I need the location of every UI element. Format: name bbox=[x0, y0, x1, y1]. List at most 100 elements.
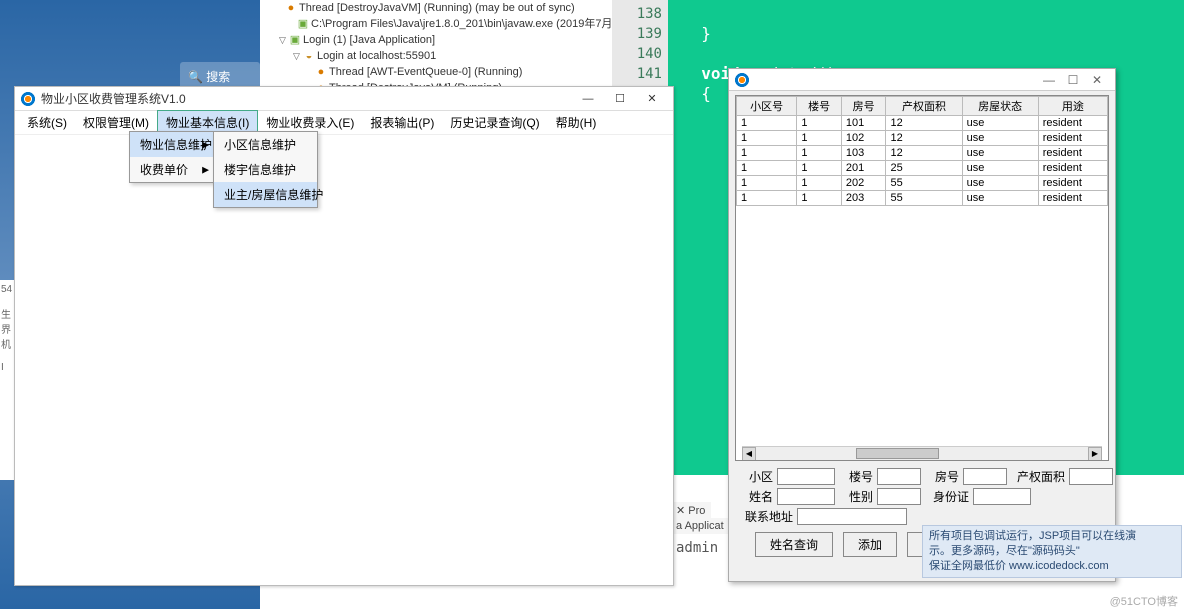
label-room: 房号 bbox=[925, 468, 959, 485]
cell: 12 bbox=[886, 116, 962, 131]
horizontal-scrollbar[interactable]: ◀ ▶ bbox=[742, 446, 1102, 460]
cell: 1 bbox=[737, 131, 797, 146]
label-area: 产权面积 bbox=[1011, 468, 1065, 485]
scroll-thumb[interactable] bbox=[856, 448, 939, 459]
cell: 1 bbox=[797, 146, 842, 161]
add-button[interactable]: 添加 bbox=[843, 532, 897, 557]
search-by-name-button[interactable]: 姓名查询 bbox=[755, 532, 833, 557]
cell: 12 bbox=[886, 146, 962, 161]
submenu-basic-info: 物业信息维护▶ 收费单价▶ bbox=[129, 131, 214, 183]
debug-view-tree: ●Thread [DestroyJavaVM] (Running) (may b… bbox=[275, 0, 615, 90]
cell: 1 bbox=[737, 116, 797, 131]
maximize-button[interactable]: ☐ bbox=[1061, 73, 1085, 87]
label-community: 小区 bbox=[739, 468, 773, 485]
maximize-button[interactable]: ☐ bbox=[605, 89, 635, 109]
cell: resident bbox=[1038, 191, 1107, 206]
label-idcard: 身份证 bbox=[925, 488, 969, 505]
menubar: 系统(S) 权限管理(M) 物业基本信息(I) 物业收费录入(E) 报表输出(P… bbox=[15, 111, 673, 135]
scroll-left-button[interactable]: ◀ bbox=[742, 447, 756, 461]
cell: 1 bbox=[737, 176, 797, 191]
submenu-info-maintain: 小区信息维护 楼宇信息维护 业主/房屋信息维护 bbox=[213, 131, 318, 208]
input-name[interactable] bbox=[777, 488, 835, 505]
cell: 101 bbox=[841, 116, 886, 131]
data-window: — ☐ ✕ 小区号 楼号 房号 产权面积 房屋状态 用途 1110112user… bbox=[728, 68, 1116, 582]
submenu-item-owner-room[interactable]: 业主/房屋信息维护 bbox=[214, 182, 317, 207]
cell: use bbox=[962, 191, 1038, 206]
tree-row[interactable]: Thread [AWT-EventQueue-0] (Running) bbox=[329, 66, 522, 78]
cell: 1 bbox=[737, 161, 797, 176]
col-room[interactable]: 房号 bbox=[841, 97, 886, 116]
table-row[interactable]: 1110312useresident bbox=[737, 146, 1108, 161]
chevron-right-icon: ▶ bbox=[202, 139, 209, 150]
minimize-button[interactable]: — bbox=[573, 89, 603, 109]
cell: 1 bbox=[797, 176, 842, 191]
table-row[interactable]: 1110212useresident bbox=[737, 131, 1108, 146]
cell: use bbox=[962, 146, 1038, 161]
input-idcard[interactable] bbox=[973, 488, 1031, 505]
main-titlebar[interactable]: 物业小区收费管理系统V1.0 — ☐ ✕ bbox=[15, 87, 673, 111]
main-title: 物业小区收费管理系统V1.0 bbox=[41, 90, 573, 107]
col-status[interactable]: 房屋状态 bbox=[962, 97, 1038, 116]
submenu-item-building[interactable]: 楼宇信息维护 bbox=[214, 157, 317, 182]
promo-tooltip: 所有项目包调试运行，JSP项目可以在线演 示。更多源码，尽在"源码码头" 保证全… bbox=[922, 525, 1182, 578]
tree-row[interactable]: Login at localhost:55901 bbox=[317, 50, 436, 62]
java-icon bbox=[735, 73, 749, 87]
grid-header-row: 小区号 楼号 房号 产权面积 房屋状态 用途 bbox=[737, 97, 1108, 116]
input-community[interactable] bbox=[777, 468, 835, 485]
minimize-button[interactable]: — bbox=[1037, 73, 1061, 87]
console-tab-label[interactable]: ✕ Pro bbox=[670, 502, 711, 519]
input-gender[interactable] bbox=[877, 488, 921, 505]
tree-row: C:\Program Files\Java\jre1.8.0_201\bin\j… bbox=[311, 18, 612, 30]
cell: resident bbox=[1038, 131, 1107, 146]
cell: 12 bbox=[886, 131, 962, 146]
label-building: 楼号 bbox=[839, 468, 873, 485]
submenu-item-community[interactable]: 小区信息维护 bbox=[214, 132, 317, 157]
cell: use bbox=[962, 131, 1038, 146]
col-usage[interactable]: 用途 bbox=[1038, 97, 1107, 116]
label-address: 联系地址 bbox=[739, 508, 793, 525]
col-area[interactable]: 产权面积 bbox=[886, 97, 962, 116]
cell: 55 bbox=[886, 176, 962, 191]
cell: use bbox=[962, 161, 1038, 176]
input-address[interactable] bbox=[797, 508, 907, 525]
tree-row[interactable]: Login (1) [Java Application] bbox=[303, 34, 435, 46]
cell: 202 bbox=[841, 176, 886, 191]
label-name: 姓名 bbox=[739, 488, 773, 505]
table-row[interactable]: 1120125useresident bbox=[737, 161, 1108, 176]
close-button[interactable]: ✕ bbox=[637, 89, 667, 109]
input-building[interactable] bbox=[877, 468, 921, 485]
cell: 55 bbox=[886, 191, 962, 206]
input-area[interactable] bbox=[1069, 468, 1113, 485]
menu-help[interactable]: 帮助(H) bbox=[548, 111, 605, 134]
close-button[interactable]: ✕ bbox=[1085, 73, 1109, 87]
data-grid[interactable]: 小区号 楼号 房号 产权面积 房屋状态 用途 1110112useresiden… bbox=[736, 96, 1108, 206]
cell: 203 bbox=[841, 191, 886, 206]
input-room[interactable] bbox=[963, 468, 1007, 485]
submenu-item-info-maintain[interactable]: 物业信息维护▶ bbox=[130, 132, 213, 157]
java-icon bbox=[21, 92, 35, 106]
eclipse-outline-tab: 54 生界机 I bbox=[0, 280, 14, 480]
label-gender: 性别 bbox=[839, 488, 873, 505]
table-row[interactable]: 1110112useresident bbox=[737, 116, 1108, 131]
cell: resident bbox=[1038, 146, 1107, 161]
cell: 1 bbox=[797, 131, 842, 146]
submenu-item-fee-price[interactable]: 收费单价▶ bbox=[130, 157, 213, 182]
cell: 1 bbox=[737, 191, 797, 206]
cell: 1 bbox=[797, 116, 842, 131]
cell: 102 bbox=[841, 131, 886, 146]
main-app-window: 物业小区收费管理系统V1.0 — ☐ ✕ 系统(S) 权限管理(M) 物业基本信… bbox=[14, 86, 674, 586]
scroll-right-button[interactable]: ▶ bbox=[1088, 447, 1102, 461]
tree-row: Thread [DestroyJavaVM] (Running) (may be… bbox=[299, 2, 575, 14]
col-building[interactable]: 楼号 bbox=[797, 97, 842, 116]
data-titlebar[interactable]: — ☐ ✕ bbox=[729, 69, 1115, 91]
menu-history[interactable]: 历史记录查询(Q) bbox=[442, 111, 547, 134]
menu-reports[interactable]: 报表输出(P) bbox=[362, 111, 442, 134]
col-community[interactable]: 小区号 bbox=[737, 97, 797, 116]
table-row[interactable]: 1120355useresident bbox=[737, 191, 1108, 206]
console-output: admin bbox=[672, 536, 732, 556]
cell: resident bbox=[1038, 161, 1107, 176]
chevron-right-icon: ▶ bbox=[202, 164, 209, 175]
table-row[interactable]: 1120255useresident bbox=[737, 176, 1108, 191]
menu-system[interactable]: 系统(S) bbox=[19, 111, 75, 134]
cell: 25 bbox=[886, 161, 962, 176]
